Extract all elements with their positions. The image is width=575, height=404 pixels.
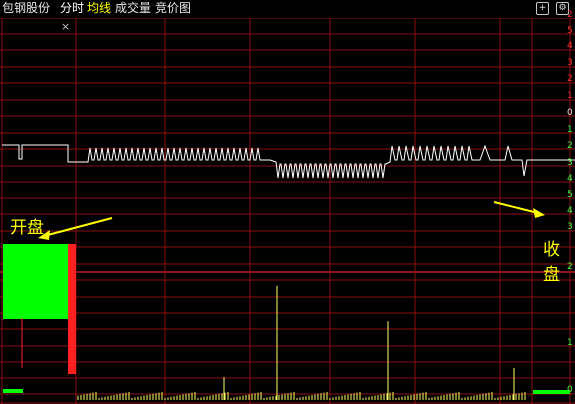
open-annotation: 开盘: [10, 218, 44, 238]
stock-name: 包钢股份: [2, 1, 51, 15]
axis-tick-label: 2: [567, 262, 573, 272]
auction-volume-block: [3, 244, 68, 319]
open-arrow: [43, 217, 113, 237]
axis-tick-label: 2: [567, 141, 573, 151]
close-annotation-line1: 收: [543, 240, 560, 260]
axis-tick-label: 5: [567, 26, 573, 36]
tab-volume[interactable]: 成交量: [115, 1, 151, 15]
closing-auction-base-bar: [533, 390, 570, 394]
tab-intraday[interactable]: 分时: [60, 1, 84, 15]
axis-tick-label: 2: [567, 74, 573, 84]
price-line-group: [2, 144, 575, 179]
axis-tick-label: 1: [567, 91, 573, 101]
tab-auction-chart[interactable]: 竞价图: [155, 1, 191, 15]
chart-toolbar: 包钢股份 分时 均线 成交量 竞价图 + ⚙: [0, 0, 575, 18]
chart-grid: [0, 18, 575, 404]
axis-tick-label: 1: [567, 338, 573, 348]
annotation-arrows: [38, 201, 545, 240]
auction-base-bar: [3, 389, 23, 393]
axis-tick-label: 3: [567, 158, 573, 168]
axis-tick-label: 0: [567, 108, 573, 118]
close-arrow: [493, 201, 539, 214]
axis-tick-label: 3: [567, 222, 573, 232]
chart-area: [0, 18, 575, 404]
axis-tick-label: 1: [567, 125, 573, 135]
intraday-chart-window: 包钢股份 分时 均线 成交量 竞价图 + ⚙ × 2 5 4 3 2 1 0 1 2 3 4 5 4 3 2…: [0, 0, 575, 404]
close-annotation-line2: 盘: [543, 265, 560, 285]
tab-moving-average[interactable]: 均线: [87, 1, 111, 15]
axis-tick-label: 3: [567, 58, 573, 68]
axis-tick-label: 4: [567, 174, 573, 184]
axis-tick-label: 5: [567, 190, 573, 200]
close-arrow-head: [533, 208, 545, 218]
auction-red-bar: [68, 244, 76, 374]
axis-tick-label: 4: [567, 41, 573, 51]
volume-bars: [77, 285, 526, 400]
plus-icon[interactable]: +: [536, 2, 549, 15]
close-icon[interactable]: ×: [61, 21, 70, 33]
opening-auction-bars: [3, 244, 570, 394]
axis-tick-label: 0: [567, 385, 573, 395]
axis-tick-label: 4: [567, 206, 573, 216]
price-line: [2, 144, 575, 179]
axis-tick-label: 2: [567, 10, 573, 20]
